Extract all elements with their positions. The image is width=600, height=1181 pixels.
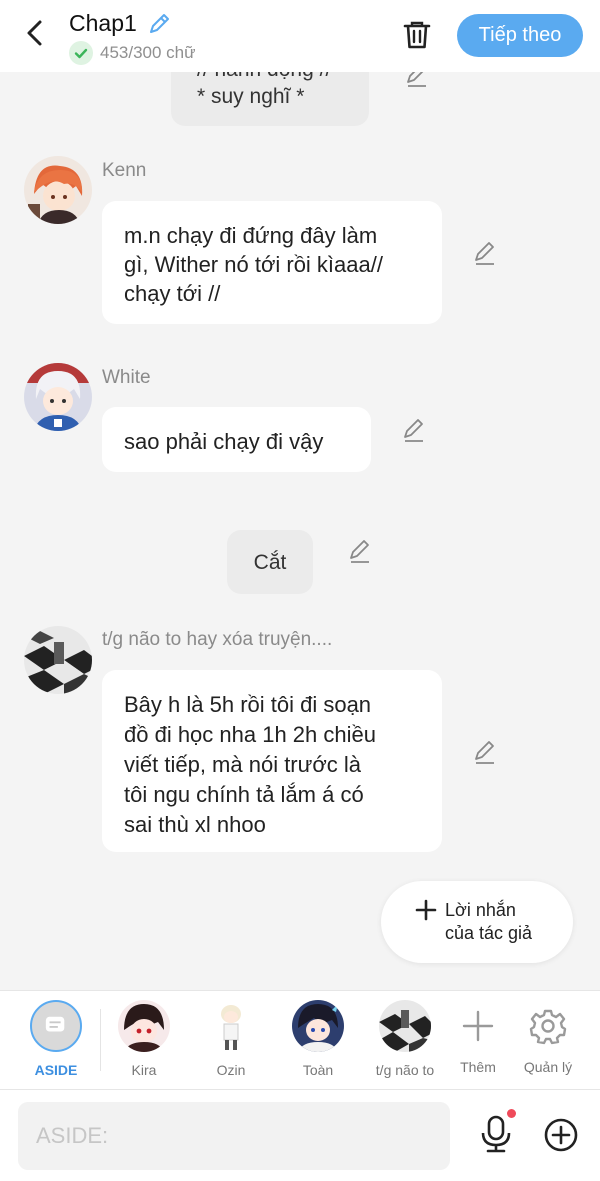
edit-message-icon[interactable] <box>472 240 498 266</box>
avatar-author[interactable] <box>24 626 92 694</box>
edit-message-icon[interactable] <box>401 417 427 443</box>
speaker-name: t/g não to hay xóa truyện.... <box>102 629 333 650</box>
character-label: Ozin <box>216 1062 246 1078</box>
message-line: đồ đi học nha 1h 2h chiều <box>124 722 376 747</box>
speaker-name: White <box>102 367 151 388</box>
character-kira[interactable]: Kira <box>104 1000 184 1078</box>
message-line: tôi ngu chính tả lắm á có <box>124 782 364 807</box>
message-line: m.n chạy đi đứng đây làm <box>124 223 378 248</box>
message-line: sai thù xl nhoo <box>124 812 266 837</box>
cut-marker[interactable]: Cắt <box>227 530 313 594</box>
message-line: Bây h là 5h rồi tôi đi soạn <box>124 692 372 717</box>
author-note-label: Lời nhắn <box>445 900 516 920</box>
ozin-avatar <box>205 1000 257 1052</box>
add-character-button[interactable]: Thêm <box>438 1000 518 1075</box>
gear-icon <box>529 1009 567 1045</box>
plus-icon <box>462 1010 494 1042</box>
character-author[interactable]: t/g não to <box>365 1000 445 1078</box>
character-label: Quản lý <box>523 1059 573 1075</box>
message-bubble[interactable]: m.n chạy đi đứng đây làm gì, Wither nó t… <box>102 201 442 324</box>
author-note-button[interactable]: Lời nhắn của tác giả <box>381 881 573 963</box>
input-bar <box>0 1090 600 1181</box>
divider <box>100 1009 101 1071</box>
character-label: ASIDE <box>34 1062 78 1078</box>
edit-title-icon[interactable] <box>146 11 172 37</box>
narration-line: // hành động // <box>197 72 343 83</box>
chapter-title[interactable]: Chap1 <box>69 10 137 37</box>
character-label: Kira <box>131 1062 157 1078</box>
speaker-name: Kenn <box>102 160 147 181</box>
cut-label: Cắt <box>253 550 287 574</box>
message-line: chạy tới // <box>124 281 221 306</box>
message-line: gì, Wither nó tới rồi kìaaa// <box>124 252 383 277</box>
word-count: 453/300 chữ <box>100 43 196 62</box>
message-line: viết tiếp, mà nói trước là <box>124 752 362 777</box>
character-label: Toàn <box>302 1062 334 1078</box>
edit-message-icon[interactable] <box>404 72 430 88</box>
trash-icon[interactable] <box>400 18 434 52</box>
microphone-icon[interactable] <box>478 1114 514 1154</box>
next-button[interactable]: Tiếp theo <box>457 14 583 57</box>
aside-avatar <box>30 1000 82 1052</box>
edit-message-icon[interactable] <box>472 739 498 765</box>
top-bar: Chap1 453/300 chữ Tiếp theo <box>0 0 600 72</box>
back-arrow-icon[interactable] <box>18 16 52 50</box>
narration-line: * suy nghĩ * <box>197 85 305 108</box>
character-label: Thêm <box>460 1059 496 1075</box>
kira-avatar <box>118 1000 170 1052</box>
manage-button[interactable]: Quản lý <box>508 1000 588 1075</box>
narration-bubble[interactable]: // hành động // * suy nghĩ * <box>171 72 369 126</box>
author-avatar <box>379 1000 431 1052</box>
toan-avatar <box>292 1000 344 1052</box>
recording-indicator <box>507 1109 516 1118</box>
add-circle-icon[interactable] <box>543 1117 579 1153</box>
message-bubble[interactable]: Bây h là 5h rồi tôi đi soạn đồ đi học nh… <box>102 670 442 852</box>
aside-input[interactable] <box>18 1102 450 1170</box>
author-note-label: của tác giả <box>445 923 533 943</box>
message-bubble[interactable]: sao phải chạy đi vậy <box>102 407 371 472</box>
message-line: sao phải chạy đi vậy <box>124 429 324 454</box>
character-toan[interactable]: Toàn <box>278 1000 358 1078</box>
character-aside[interactable]: ASIDE <box>16 1000 96 1078</box>
check-icon <box>69 41 93 65</box>
chat-area: // hành động // * suy nghĩ * Kenn m.n ch… <box>0 72 600 990</box>
edit-message-icon[interactable] <box>347 538 373 564</box>
character-ozin[interactable]: Ozin <box>191 1000 271 1078</box>
avatar-kenn[interactable] <box>24 156 92 224</box>
character-bar: ASIDE Kira Ozin Toàn t/g não to Thêm Quả… <box>0 990 600 1090</box>
avatar-white[interactable] <box>24 363 92 431</box>
plus-icon <box>415 899 437 921</box>
character-label: t/g não to <box>375 1062 435 1078</box>
